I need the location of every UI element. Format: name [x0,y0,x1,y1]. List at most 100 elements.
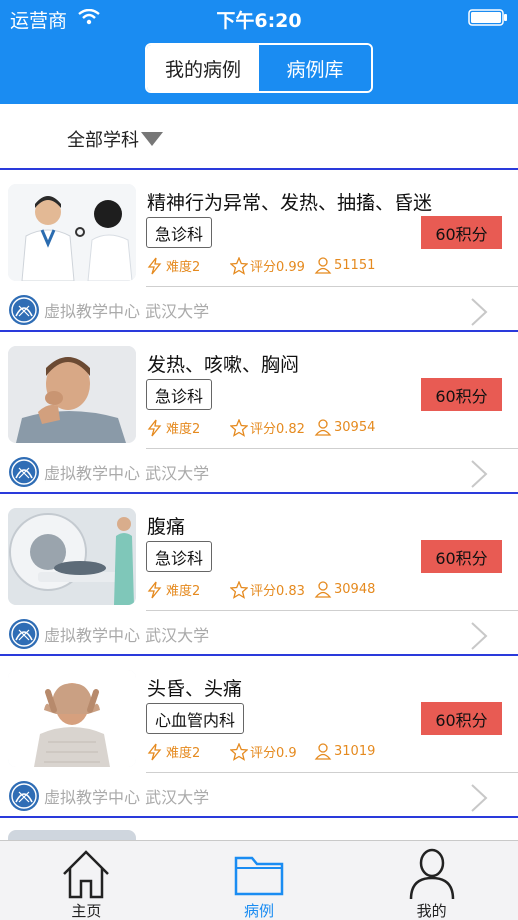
score-stat: 评分0.83 [230,580,305,599]
clock: 下午6:20 [216,10,302,32]
difficulty-value: 难度2 [166,584,201,599]
difficulty-stat: 难度2 [146,256,200,275]
difficulty-value: 难度2 [166,260,201,275]
tab-case-library[interactable]: 病例库 [259,45,371,91]
star-icon [230,580,248,599]
battery-icon [468,9,507,26]
institution-label: 虚拟教学中心 武汉大学 [44,626,210,645]
tab-cases[interactable]: 病例 [173,841,346,920]
coughing-man-image [8,346,136,443]
chevron-right-icon[interactable] [470,459,488,489]
difficulty-value: 难度2 [166,746,201,761]
users-value: 31019 [334,743,376,759]
institution-logo-icon [9,457,39,487]
person-icon [314,257,332,274]
case-card[interactable]: 头昏、头痛 心血管内科 60积分 难度2 评分0.9 31019 虚拟教学中心 … [0,656,518,818]
case-thumbnail [8,184,136,281]
user-icon [409,848,454,900]
chevron-right-icon[interactable] [470,621,488,651]
folder-icon [234,856,284,896]
tab-home[interactable]: 主页 [0,841,173,920]
users-value: 30948 [334,581,376,597]
status-bar: 运营商 下午6:20 [0,0,518,36]
chevron-right-icon[interactable] [470,783,488,813]
card-divider [146,610,518,611]
headache-man-image [8,670,136,767]
users-stat: 31019 [314,742,375,760]
points-badge: 60积分 [421,702,502,735]
institution-logo-icon [9,781,39,811]
case-title: 发热、咳嗽、胸闷 [147,354,300,376]
institution-logo-icon [9,295,39,325]
doctor-patient-image [8,184,136,281]
case-list: 精神行为异常、发热、抽搐、昏迷 急诊科 60积分 难度2 评分0.99 5115… [0,170,518,840]
case-card[interactable]: 精神行为异常、发热、抽搐、昏迷 急诊科 60积分 难度2 评分0.99 5115… [0,170,518,332]
score-value: 评分0.9 [250,746,297,761]
department-tag: 心血管内科 [146,703,245,734]
department-tag: 急诊科 [146,541,213,572]
home-icon [63,850,110,899]
department-tag: 急诊科 [146,379,213,410]
case-thumbnail [8,830,136,840]
institution-label: 虚拟教学中心 武汉大学 [44,302,210,321]
institution-logo-icon [9,619,39,649]
case-title: 头昏、头痛 [147,678,243,700]
card-divider [146,286,518,287]
users-stat: 51151 [314,256,375,274]
case-card[interactable]: 腹痛 急诊科 60积分 难度2 评分0.83 30948 虚拟教学中心 武汉大学 [0,494,518,656]
points-badge: 60积分 [421,216,502,249]
users-value: 51151 [334,257,376,273]
points-badge: 60积分 [421,540,502,573]
tab-home-label: 主页 [71,902,102,920]
star-icon [230,256,248,275]
case-footer: 虚拟教学中心 武汉大学 [0,612,518,654]
tab-me-label: 我的 [416,902,447,920]
chevron-right-icon[interactable] [470,297,488,327]
tab-me[interactable]: 我的 [345,841,518,920]
case-thumbnail [8,346,136,443]
score-value: 评分0.82 [250,422,305,437]
score-value: 评分0.83 [250,584,305,599]
lightning-icon [147,581,162,598]
card-divider [146,772,518,773]
case-thumbnail [8,670,136,767]
filter-label: 全部学科 [67,130,139,151]
difficulty-value: 难度2 [166,422,201,437]
score-stat: 评分0.99 [230,256,305,275]
case-title: 腹痛 [147,516,186,538]
points-badge: 60积分 [421,378,502,411]
difficulty-stat: 难度2 [146,742,200,761]
score-stat: 评分0.82 [230,418,305,437]
person-icon [314,581,332,598]
difficulty-stat: 难度2 [146,418,200,437]
segmented-control: 我的病例 病例库 [145,43,373,93]
institution-label: 虚拟教学中心 武汉大学 [44,788,210,807]
case-card[interactable]: 发热、咳嗽、胸闷 急诊科 60积分 难度2 评分0.82 30954 虚拟教学中… [0,332,518,494]
tab-bar: 主页 病例 我的 [0,840,518,920]
card-divider [146,448,518,449]
users-stat: 30948 [314,580,375,598]
score-value: 评分0.99 [250,260,305,275]
case-thumbnail [8,508,136,605]
header: 运营商 下午6:20 我的病例 病例库 [0,0,518,104]
score-stat: 评分0.9 [230,742,297,761]
case-footer: 虚拟教学中心 武汉大学 [0,288,518,330]
lightning-icon [147,743,162,760]
department-tag: 急诊科 [146,217,213,248]
tab-my-cases[interactable]: 我的病例 [147,45,259,91]
star-icon [230,742,248,761]
users-stat: 30954 [314,418,375,436]
person-icon [314,419,332,436]
lightning-icon [147,419,162,436]
dropdown-triangle-icon [141,132,163,146]
ct-scan-image [8,508,136,605]
case-title: 精神行为异常、发热、抽搐、昏迷 [147,192,433,214]
tab-cases-label: 病例 [244,902,275,920]
case-footer: 虚拟教学中心 武汉大学 [0,774,518,816]
case-footer: 虚拟教学中心 武汉大学 [0,450,518,492]
person-icon [314,743,332,760]
institution-label: 虚拟教学中心 武汉大学 [44,464,210,483]
case-card-partial[interactable] [0,818,518,840]
star-icon [230,418,248,437]
subject-filter[interactable]: 全部学科 [0,104,518,170]
